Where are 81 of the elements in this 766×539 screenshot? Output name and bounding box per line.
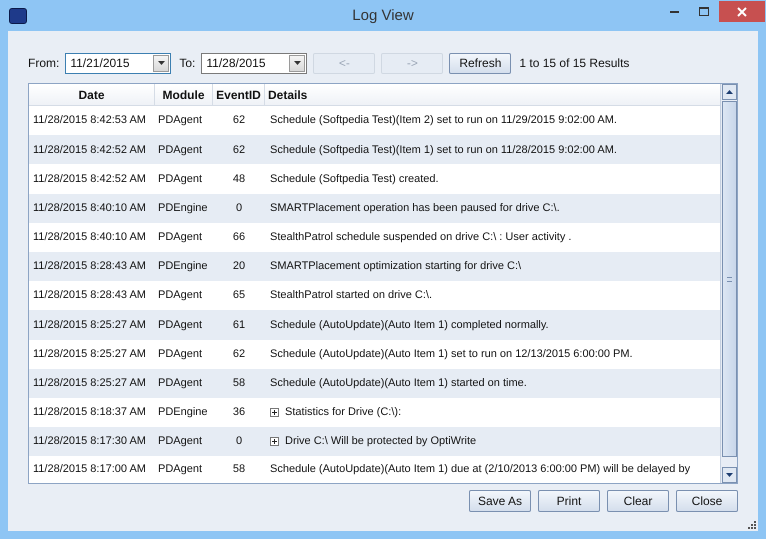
- table-cell-text: PDAgent: [157, 230, 204, 246]
- table-cell-text: 11/28/2015 8:17:00 AM: [32, 462, 147, 477]
- table-cell-text: 11/28/2015 8:18:37 AM: [32, 405, 147, 420]
- scroll-down-icon[interactable]: [722, 467, 736, 483]
- table-cell-text: 66: [232, 230, 246, 246]
- table-cell-text: Statistics for Drive (C:\):: [285, 405, 402, 420]
- table-cell-text: 65: [232, 288, 246, 304]
- table-cell-text: PDEngine: [157, 259, 209, 274]
- close-button[interactable]: [719, 1, 765, 22]
- table-cell-text: Schedule (AutoUpdate)(Auto Item 1) set to run on 12/13/2015 6:00:00 PM.: [270, 346, 633, 362]
- table-cell-text: 62: [232, 142, 246, 158]
- table-cell-text: 11/28/2015 8:25:27 AM: [32, 346, 147, 362]
- table-cell-text: PDAgent: [157, 462, 204, 477]
- table-cell-text: 62: [232, 113, 246, 128]
- table-cell-text: Schedule (AutoUpdate)(Auto Item 1) due at (2/10/2013 6:00:00 PM) will be delayed by: [270, 462, 690, 477]
- table-cell-text: StealthPatrol started on drive C:\.: [270, 288, 432, 304]
- table-cell-text: 0: [234, 434, 244, 450]
- scroll-up-icon[interactable]: [722, 84, 736, 100]
- close-icon[interactable]: [737, 6, 747, 16]
- to-date-field[interactable]: 11/28/2015: [201, 52, 308, 74]
- table-cell-text: Drive C:\ Will be protected by OptiWrite: [285, 434, 476, 450]
- table-cell-text: 11/28/2015 8:42:53 AM: [32, 113, 147, 128]
- dialog-button[interactable]: Print: [538, 490, 600, 512]
- dialog-button[interactable]: Save As: [469, 490, 531, 512]
- table-cell-text: PDAgent: [157, 376, 204, 392]
- table-cell-text: SMARTPlacement optimization starting for drive C:\: [270, 259, 522, 274]
- to-label: To:: [179, 55, 196, 72]
- dialog-button[interactable]: Close: [676, 490, 738, 512]
- scrollbar[interactable]: [720, 84, 737, 483]
- table-cell-text: SMARTPlacement operation has been paused for drive C:\.: [270, 200, 560, 216]
- table-cell-text: 11/28/2015 8:40:10 AM: [32, 230, 147, 246]
- app-logo-icon: [9, 8, 27, 24]
- column-header[interactable]: EventID: [213, 84, 265, 105]
- expand-icon[interactable]: [270, 437, 279, 446]
- results-count: 1 to 15 of 15 Results: [519, 55, 630, 72]
- table-cell-text: Schedule (Softpedia Test)(Item 1) set to run on 11/28/2015 9:02:00 AM.: [270, 142, 617, 158]
- minimize-icon[interactable]: [670, 10, 678, 12]
- table-cell-text: PDAgent: [157, 346, 204, 362]
- table-cell-text: 58: [232, 376, 246, 392]
- table-cell-text: 11/28/2015 8:40:10 AM: [32, 200, 147, 216]
- table-cell-text: Schedule (AutoUpdate)(Auto Item 1) completed normally.: [270, 318, 549, 333]
- table-cell-text: 48: [232, 172, 246, 187]
- table-cell-text: 11/28/2015 8:25:27 AM: [32, 318, 147, 333]
- table-cell-text: PDAgent: [157, 288, 204, 304]
- table-cell-text: 11/28/2015 8:42:52 AM: [32, 142, 147, 158]
- table-cell-text: Schedule (AutoUpdate)(Auto Item 1) started on time.: [270, 376, 527, 392]
- table-cell-text: 62: [232, 346, 246, 362]
- resize-grip-icon[interactable]: [747, 520, 756, 529]
- table-cell-text: PDEngine: [157, 405, 209, 420]
- expand-icon[interactable]: [270, 408, 279, 417]
- table-cell-text: PDEngine: [157, 200, 209, 216]
- table-cell-text: PDAgent: [157, 434, 204, 450]
- table-cell-text: Schedule (Softpedia Test) created.: [270, 172, 439, 187]
- from-label: From:: [28, 55, 60, 72]
- table-cell-text: PDAgent: [157, 172, 204, 187]
- column-header[interactable]: Module: [155, 84, 213, 105]
- table-cell-text: PDAgent: [157, 318, 204, 333]
- nav-button[interactable]: Refresh: [449, 52, 512, 74]
- table-cell-text: 11/28/2015 8:28:43 AM: [32, 259, 147, 274]
- table-cell-text: Schedule (Softpedia Test)(Item 2) set to run on 11/29/2015 9:02:00 AM.: [270, 113, 617, 128]
- table-cell-text: 20: [232, 259, 246, 274]
- from-date-field[interactable]: 11/21/2015: [65, 52, 172, 74]
- table-cell-text: 58: [232, 462, 246, 477]
- table-cell-text: 36: [232, 405, 246, 420]
- table-cell-text: 11/28/2015 8:42:52 AM: [32, 172, 147, 187]
- column-header[interactable]: Details: [265, 84, 720, 105]
- table-cell-text: 11/28/2015 8:17:30 AM: [32, 434, 147, 450]
- table-cell-text: 11/28/2015 8:28:43 AM: [32, 288, 147, 304]
- scroll-thumb[interactable]: [722, 101, 736, 457]
- table-cell-text: 61: [232, 318, 246, 333]
- table-cell-text: StealthPatrol schedule suspended on drive C:\ : User activity .: [270, 230, 572, 246]
- window-title: Log View: [352, 6, 414, 26]
- dropdown-icon[interactable]: [289, 54, 306, 72]
- column-header[interactable]: Date: [29, 84, 155, 105]
- table-cell-text: 11/28/2015 8:25:27 AM: [32, 376, 147, 392]
- maximize-icon[interactable]: [699, 7, 709, 16]
- table-cell-text: 0: [234, 200, 244, 216]
- dropdown-icon[interactable]: [153, 54, 170, 72]
- dialog-button[interactable]: Clear: [607, 490, 669, 512]
- table-cell-text: PDAgent: [157, 113, 204, 128]
- table-cell-text: PDAgent: [157, 142, 204, 158]
